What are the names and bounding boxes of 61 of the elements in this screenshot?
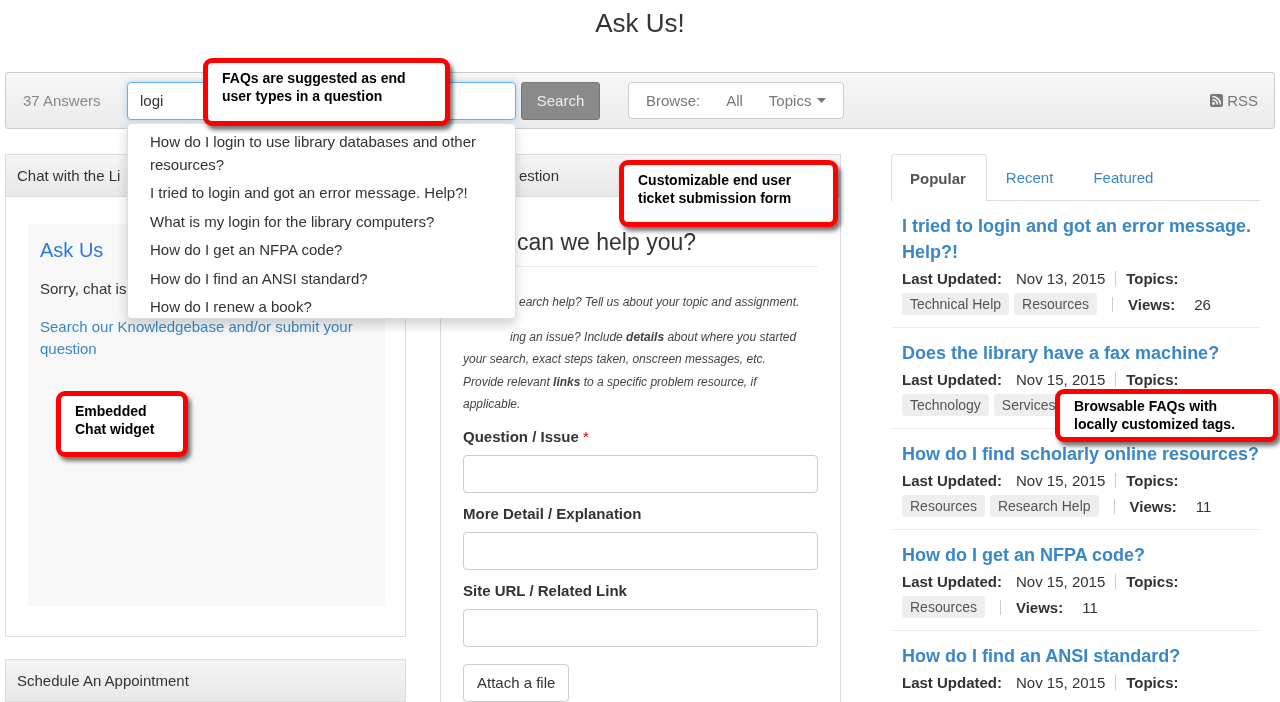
updated-label: Last Updated: bbox=[902, 370, 1002, 388]
topic-tag[interactable]: Resources bbox=[902, 596, 985, 618]
views-count: 26 bbox=[1194, 295, 1211, 313]
faq-tab[interactable]: Featured bbox=[1074, 154, 1175, 200]
topic-tag[interactable]: Resources bbox=[902, 495, 985, 517]
attach-file-button[interactable]: Attach a file bbox=[463, 663, 570, 702]
updated-date: Nov 15, 2015 bbox=[1016, 471, 1106, 489]
input-field[interactable] bbox=[463, 454, 818, 493]
answer-count: 37 Answers bbox=[23, 92, 102, 109]
input-field[interactable] bbox=[463, 608, 818, 647]
page-title: Ask Us! bbox=[594, 7, 686, 40]
annotation-tooltip: Embedded Chat widget bbox=[56, 391, 188, 457]
suggestion-item[interactable]: How do I find an ANSI standard? bbox=[150, 267, 515, 290]
topic-tag[interactable]: Resources bbox=[1014, 293, 1097, 315]
chat-message: Sorry, chat is bbox=[40, 280, 127, 297]
topic-tag[interactable]: Research Help bbox=[989, 495, 1099, 517]
views-count: 11 bbox=[1082, 598, 1098, 616]
topics-label: Topics: bbox=[1126, 471, 1179, 489]
topic-tag[interactable]: Technology bbox=[902, 394, 989, 416]
topics-label: Topics: bbox=[1126, 370, 1179, 388]
faq-tab[interactable]: Recent bbox=[986, 154, 1075, 200]
field-label: More Detail / Explanation bbox=[463, 504, 643, 524]
faq-title-link[interactable]: How do I get an NFPA code? bbox=[902, 542, 1260, 568]
updated-date: Nov 15, 2015 bbox=[1016, 572, 1106, 590]
browse-link[interactable]: Topics bbox=[768, 92, 827, 109]
faq-title-link[interactable]: How do I find scholarly online resources? bbox=[902, 441, 1260, 467]
rss-icon bbox=[1210, 94, 1224, 107]
field-label: Question / Issue * bbox=[463, 427, 590, 447]
chat-heading: Ask Us bbox=[40, 239, 104, 262]
panel-header: Schedule An Appointment bbox=[6, 660, 405, 702]
instruction-text: earch help? Tell us about your topic and assignment. bbox=[518, 294, 801, 311]
faq-tab[interactable]: Popular bbox=[891, 154, 987, 201]
updated-date: Nov 15, 2015 bbox=[1016, 673, 1106, 691]
faq-title-link[interactable]: Does the library have a fax machine? bbox=[902, 340, 1260, 366]
browse-link[interactable]: All bbox=[726, 92, 743, 109]
views-label: Views: bbox=[1015, 598, 1064, 616]
updated-label: Last Updated: bbox=[902, 269, 1002, 287]
instruction-text: ing an issue? Include details about where you started your search, exact steps taken, onscreen messages, etc. Provide relevant links to a specific problem resource, if applicable. bbox=[463, 328, 798, 413]
annotation-tooltip: Browsable FAQs with locally customized tags. bbox=[1055, 389, 1278, 442]
field-label: Site URL / Related Link bbox=[463, 581, 628, 601]
knowledgebase-link[interactable]: Search our Knowledgebase and/or submit your question bbox=[40, 316, 373, 360]
annotation-tooltip: FAQs are suggested as end user types in a question bbox=[203, 58, 450, 126]
input-field[interactable] bbox=[463, 531, 818, 570]
updated-label: Last Updated: bbox=[902, 471, 1002, 489]
topic-tag[interactable]: Technical Help bbox=[902, 293, 1010, 315]
topics-label: Topics: bbox=[1126, 572, 1179, 590]
suggestion-item[interactable]: How do I renew a book? bbox=[150, 296, 515, 319]
topics-label: Topics: bbox=[1126, 269, 1179, 287]
annotation-tooltip: Customizable end user ticket submission form bbox=[619, 160, 838, 227]
views-count: 11 bbox=[1195, 497, 1212, 515]
faq-title-link[interactable]: I tried to login and got an error message. Help?! bbox=[902, 213, 1260, 265]
updated-date: Nov 13, 2015 bbox=[1016, 269, 1106, 287]
topics-label: Topics: bbox=[1126, 673, 1179, 691]
faq-title-link[interactable]: How do I find an ANSI standard? bbox=[902, 643, 1260, 669]
views-label: Views: bbox=[1128, 295, 1176, 313]
updated-date: Nov 15, 2015 bbox=[1016, 370, 1106, 388]
browse-label: Browse: bbox=[646, 92, 701, 109]
updated-label: Last Updated: bbox=[902, 673, 1002, 691]
rss-link[interactable]: RSS bbox=[1210, 92, 1258, 109]
updated-label: Last Updated: bbox=[902, 572, 1002, 590]
views-label: Views: bbox=[1129, 497, 1177, 515]
